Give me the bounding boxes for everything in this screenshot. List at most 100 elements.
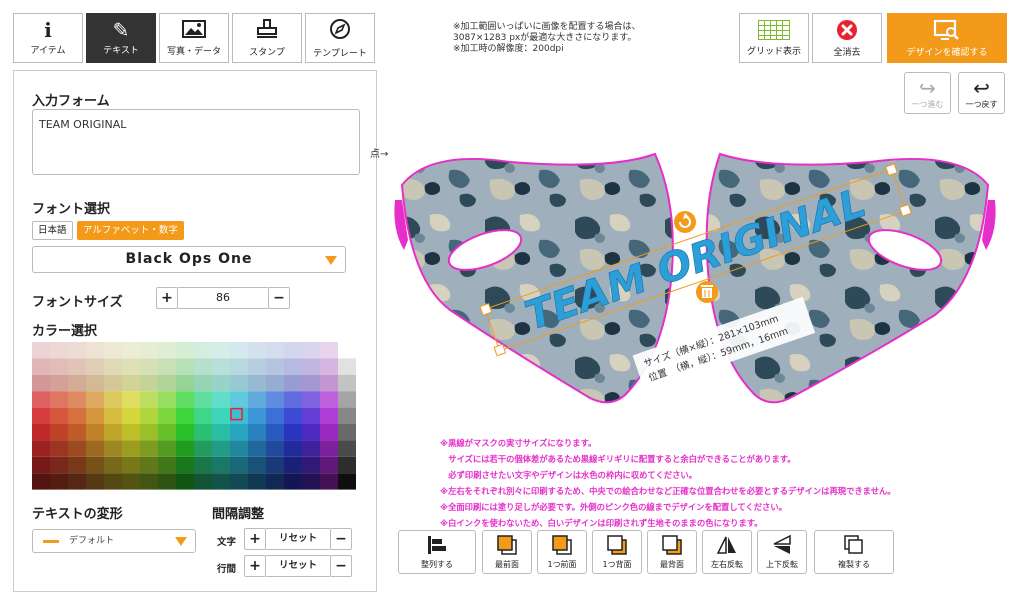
color-swatch[interactable] [248,358,266,375]
color-swatch[interactable] [32,473,50,490]
color-swatch[interactable] [248,374,266,392]
color-swatch[interactable] [302,440,320,457]
color-palette[interactable] [32,342,356,490]
color-swatch[interactable] [104,407,122,424]
color-swatch[interactable] [158,456,176,474]
color-swatch[interactable] [320,424,338,441]
color-swatch[interactable] [338,456,356,474]
color-swatch[interactable] [140,473,158,490]
color-swatch[interactable] [158,424,176,441]
color-swatch[interactable] [50,374,68,392]
color-swatch[interactable] [68,407,86,424]
send-backward-button[interactable]: 1つ背面 [592,530,642,574]
color-swatch[interactable] [86,440,104,457]
color-swatch[interactable] [68,440,86,457]
color-swatch[interactable] [266,456,284,474]
color-swatch[interactable] [248,407,266,424]
color-swatch[interactable] [320,456,338,474]
color-swatch[interactable] [284,391,302,408]
color-swatch[interactable] [50,407,68,424]
color-swatch[interactable] [266,473,284,490]
color-swatch[interactable] [338,374,356,392]
color-swatch[interactable] [320,342,338,359]
color-swatch[interactable] [86,456,104,474]
color-swatch[interactable] [230,358,248,375]
font-dropdown[interactable]: Black Ops One [32,246,346,273]
color-swatch[interactable] [320,374,338,392]
color-swatch[interactable] [50,391,68,408]
color-swatch[interactable] [248,473,266,490]
color-swatch[interactable] [122,456,140,474]
color-swatch[interactable] [176,473,194,490]
color-swatch[interactable] [32,456,50,474]
tab-photo[interactable]: 写真・データ [159,13,229,63]
color-swatch[interactable] [50,358,68,375]
color-swatch[interactable] [320,391,338,408]
color-swatch[interactable] [302,374,320,392]
color-swatch[interactable] [68,374,86,392]
color-swatch[interactable] [194,424,212,441]
tab-text[interactable]: ✎ テキスト [86,13,156,63]
color-swatch[interactable] [158,358,176,375]
char-spacing-minus-button[interactable]: − [330,528,352,550]
color-swatch[interactable] [230,342,248,359]
color-swatch[interactable] [68,358,86,375]
color-swatch[interactable] [86,374,104,392]
clear-all-button[interactable]: 全消去 [812,13,882,63]
color-swatch[interactable] [50,473,68,490]
color-swatch[interactable] [158,391,176,408]
color-swatch[interactable] [32,424,50,441]
color-swatch[interactable] [266,342,284,359]
color-swatch[interactable] [140,374,158,392]
flip-vertical-button[interactable]: 上下反転 [757,530,807,574]
color-swatch[interactable] [104,440,122,457]
color-swatch[interactable] [104,391,122,408]
font-size-plus-button[interactable]: + [156,287,178,309]
color-swatch[interactable] [158,342,176,359]
color-swatch[interactable] [68,391,86,408]
color-swatch[interactable] [32,391,50,408]
color-swatch[interactable] [266,424,284,441]
color-swatch[interactable] [122,358,140,375]
color-swatch[interactable] [302,424,320,441]
color-swatch[interactable] [338,342,356,359]
color-swatch[interactable] [230,407,248,424]
color-swatch[interactable] [194,342,212,359]
color-swatch[interactable] [248,424,266,441]
send-to-back-button[interactable]: 最背面 [647,530,697,574]
color-swatch[interactable] [284,456,302,474]
color-swatch[interactable] [176,342,194,359]
color-swatch[interactable] [50,342,68,359]
color-swatch[interactable] [140,342,158,359]
color-swatch[interactable] [266,407,284,424]
color-swatch[interactable] [68,424,86,441]
color-swatch[interactable] [338,424,356,441]
duplicate-button[interactable]: 複製する [814,530,894,574]
char-spacing-plus-button[interactable]: + [244,528,266,550]
color-swatch[interactable] [302,342,320,359]
color-swatch[interactable] [230,374,248,392]
color-swatch[interactable] [302,473,320,490]
color-swatch[interactable] [68,456,86,474]
color-swatch[interactable] [32,358,50,375]
color-swatch[interactable] [320,473,338,490]
color-swatch[interactable] [212,473,230,490]
color-swatch[interactable] [50,456,68,474]
color-swatch[interactable] [140,358,158,375]
text-input[interactable]: TEAM ORIGINAL [32,109,360,175]
color-swatch[interactable] [338,391,356,408]
color-swatch[interactable] [248,440,266,457]
color-swatch[interactable] [248,456,266,474]
lang-alphabet-button[interactable]: アルファベット・数字 [77,221,184,240]
confirm-design-button[interactable]: デザインを確認する [887,13,1007,63]
color-swatch[interactable] [194,358,212,375]
color-swatch[interactable] [176,456,194,474]
color-swatch[interactable] [104,456,122,474]
color-swatch[interactable] [212,424,230,441]
color-swatch[interactable] [212,374,230,392]
grid-toggle-button[interactable]: グリッド表示 [739,13,809,63]
color-swatch[interactable] [122,440,140,457]
color-swatch[interactable] [284,473,302,490]
color-swatch[interactable] [284,342,302,359]
color-swatch[interactable] [86,473,104,490]
